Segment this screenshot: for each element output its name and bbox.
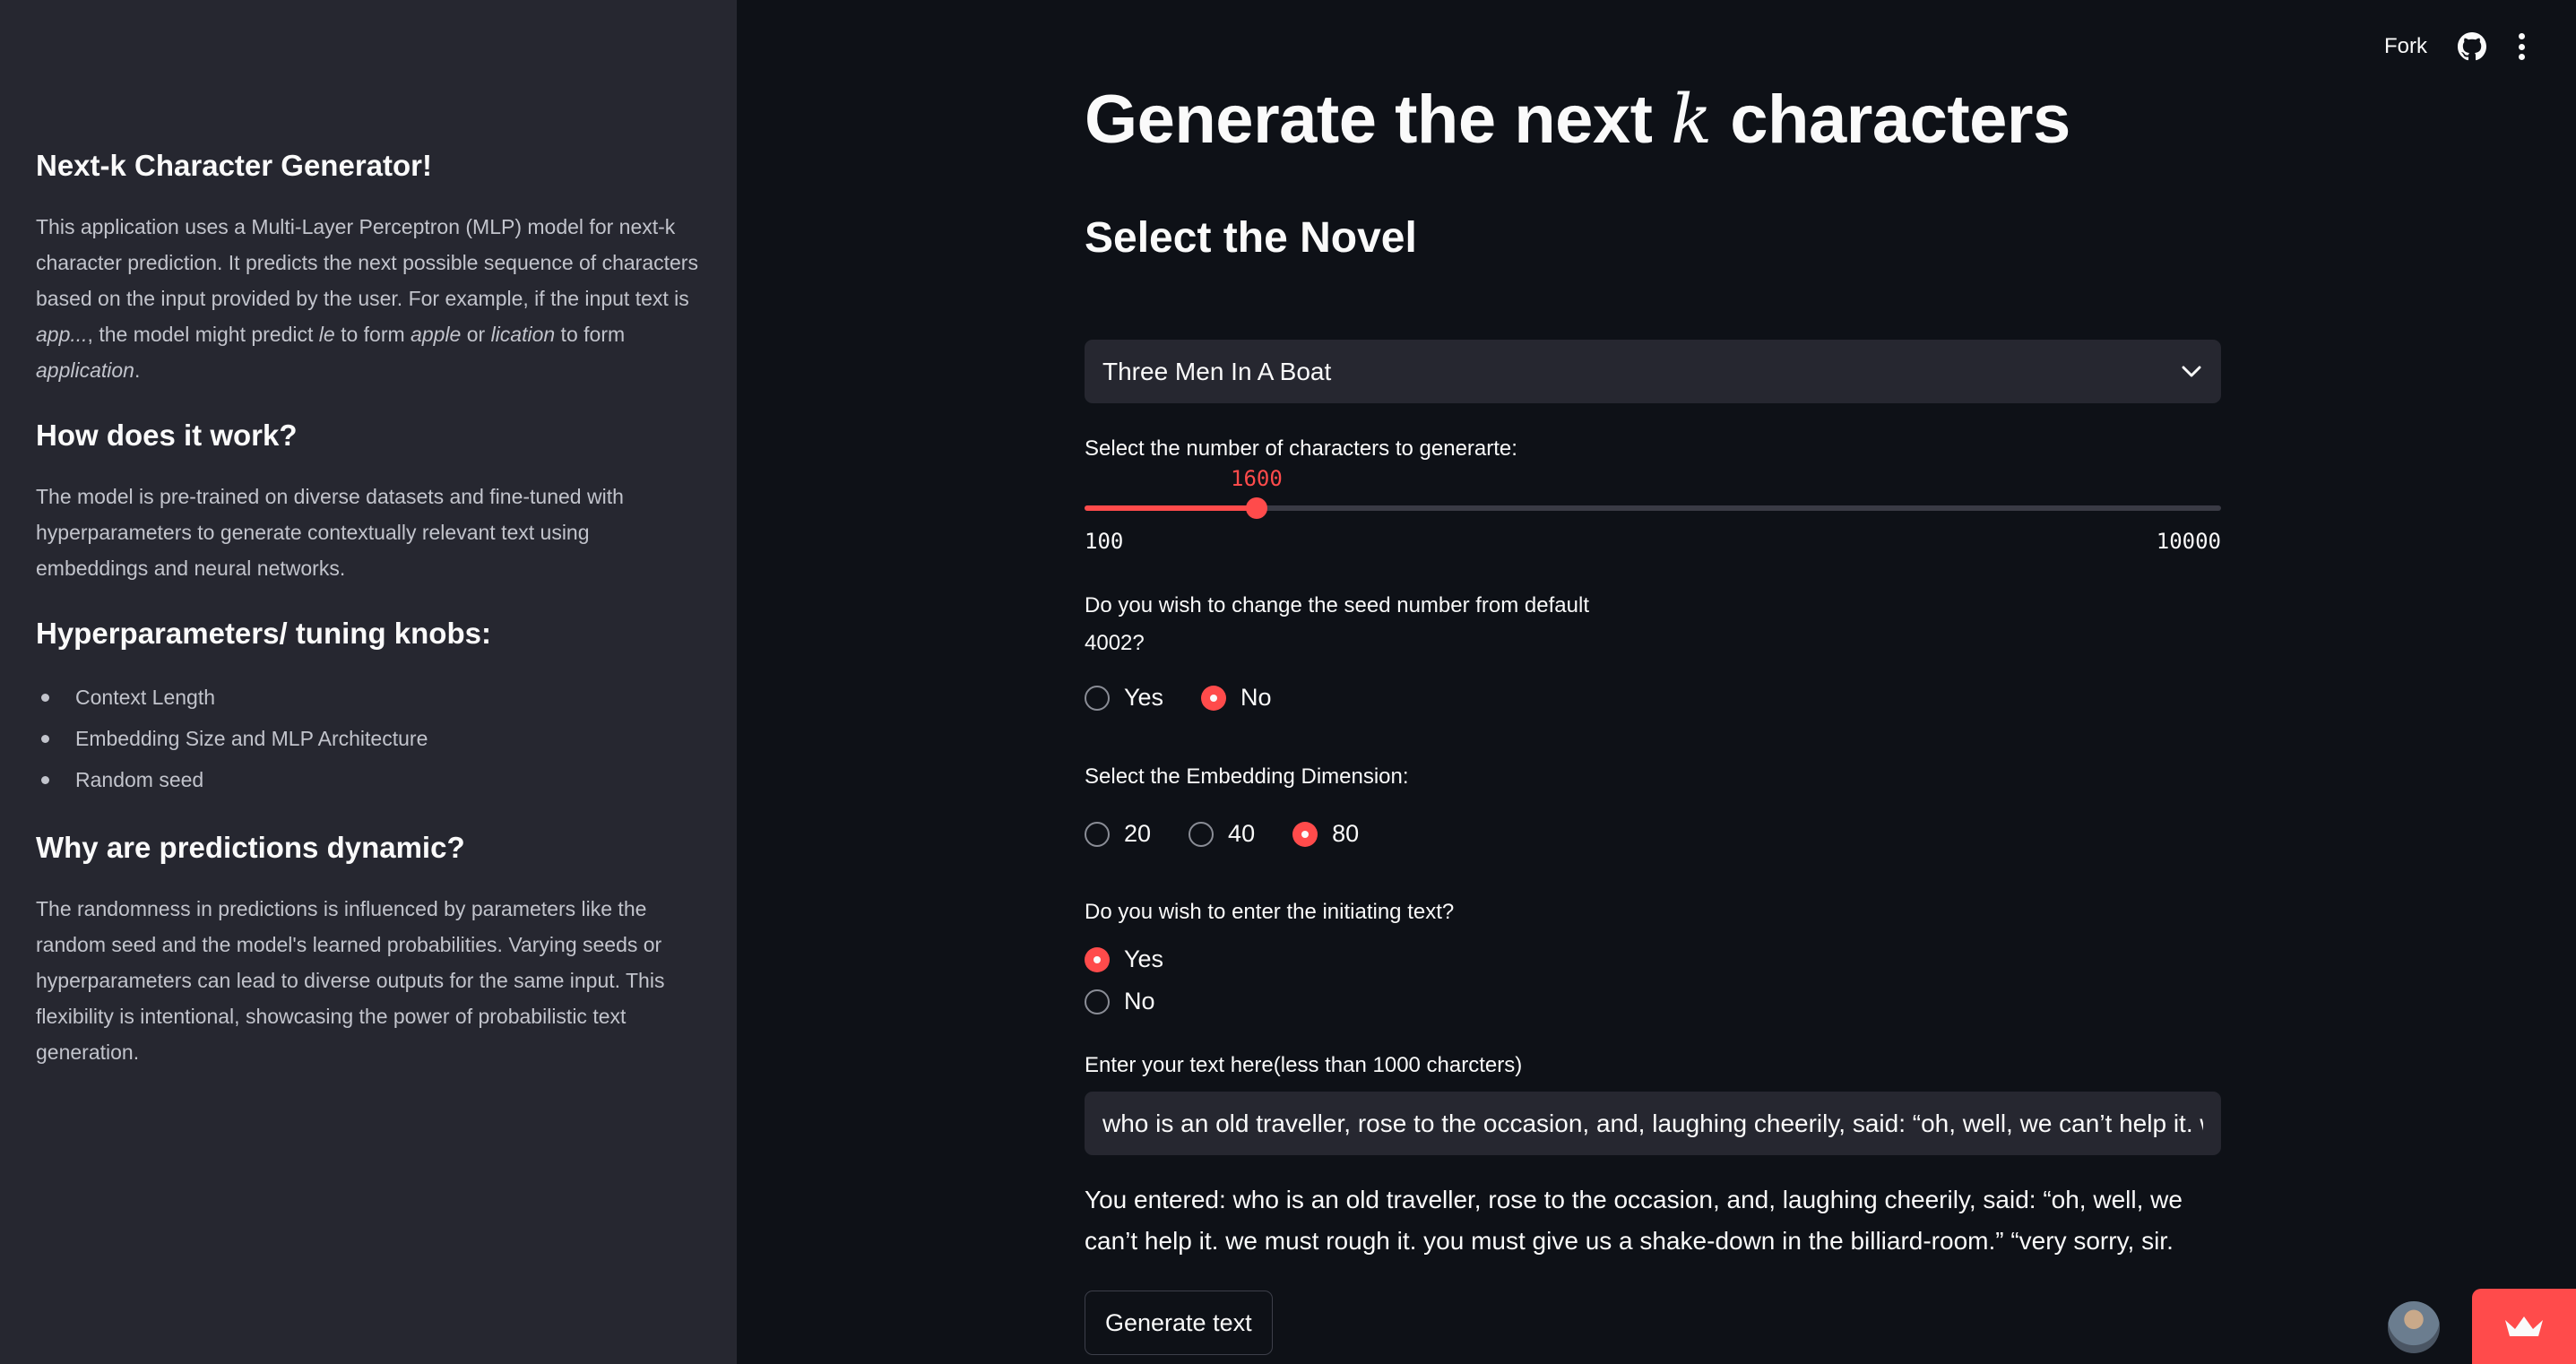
radio-circle [1085, 685, 1110, 711]
seed-radio-group: Yes No [1085, 684, 1272, 712]
radio-circle [1085, 988, 1110, 1014]
embedding-radio-40[interactable]: 40 [1189, 820, 1255, 848]
header-actions: Fork [2384, 32, 2526, 61]
list-item: Embedding Size and MLP Architecture [36, 718, 701, 759]
hyperparameters-heading: Hyperparameters/ tuning knobs: [36, 616, 491, 650]
radio-circle [1085, 946, 1110, 972]
sidebar-intro: This application uses a Multi-Layer Perc… [36, 214, 698, 382]
entered-text-output: You entered: who is an old traveller, ro… [1085, 1186, 2183, 1255]
radio-circle [1189, 821, 1215, 847]
fork-button[interactable]: Fork [2384, 34, 2427, 59]
radio-circle [1085, 821, 1110, 847]
kebab-menu-icon[interactable] [2517, 33, 2526, 60]
init-text-label: Do you wish to enter the initiating text… [1085, 900, 1455, 924]
slider-min: 100 [1085, 529, 1124, 554]
init-text-radio-yes[interactable]: Yes [1085, 945, 1163, 973]
crown-icon [2505, 1317, 2543, 1336]
dynamic-predictions-text: The randomness in predictions is influen… [36, 896, 665, 1064]
dynamic-predictions-heading: Why are predictions dynamic? [36, 830, 465, 864]
how-it-works-text: The model is pre-trained on diverse data… [36, 484, 624, 580]
characters-slider-label: Select the number of characters to gener… [1085, 436, 1517, 461]
page-title: Generate the next k characters [1085, 79, 2070, 159]
seed-radio-yes[interactable]: Yes [1085, 684, 1163, 712]
embedding-radio-20[interactable]: 20 [1085, 820, 1151, 848]
characters-slider[interactable] [1085, 497, 2221, 519]
text-input-label: Enter your text here(less than 1000 char… [1085, 1053, 1523, 1077]
list-item: Random seed [36, 759, 701, 800]
hyperparameters-list: Context Length Embedding Size and MLP Ar… [36, 677, 701, 800]
novel-select[interactable]: Three Men In A Boat [1085, 340, 2221, 403]
seed-radio-no[interactable]: No [1201, 684, 1272, 712]
section-title: Select the Novel [1085, 214, 1417, 262]
embedding-label: Select the Embedding Dimension: [1085, 764, 1409, 789]
how-it-works-heading: How does it work? [36, 418, 298, 452]
slider-value: 1600 [1231, 466, 1283, 491]
chevron-down-icon [2182, 366, 2201, 376]
avatar[interactable] [2388, 1301, 2440, 1353]
list-item: Context Length [36, 677, 701, 718]
text-input-box[interactable] [1085, 1092, 2221, 1155]
sidebar: Next-k Character Generator! This applica… [0, 0, 737, 1364]
slider-handle[interactable] [1246, 497, 1268, 519]
sidebar-title: Next-k Character Generator! [36, 149, 432, 182]
embedding-radio-80[interactable]: 80 [1292, 820, 1359, 848]
generate-text-button[interactable]: Generate text [1085, 1291, 1273, 1355]
streamlit-badge[interactable] [2472, 1289, 2576, 1364]
radio-circle [1292, 821, 1318, 847]
initiating-text-input[interactable] [1102, 1109, 2203, 1138]
novel-select-value: Three Men In A Boat [1102, 357, 1332, 385]
github-icon[interactable] [2458, 32, 2486, 61]
embedding-radio-group: 20 40 80 [1085, 820, 1359, 848]
init-text-radio-group: Yes No [1085, 945, 1163, 1015]
seed-question-label: Do you wish to change the seed number fr… [1085, 593, 1589, 655]
init-text-radio-no[interactable]: No [1085, 988, 1163, 1015]
radio-circle [1201, 685, 1227, 711]
slider-max: 10000 [2156, 529, 2221, 554]
slider-fill [1085, 505, 1258, 511]
